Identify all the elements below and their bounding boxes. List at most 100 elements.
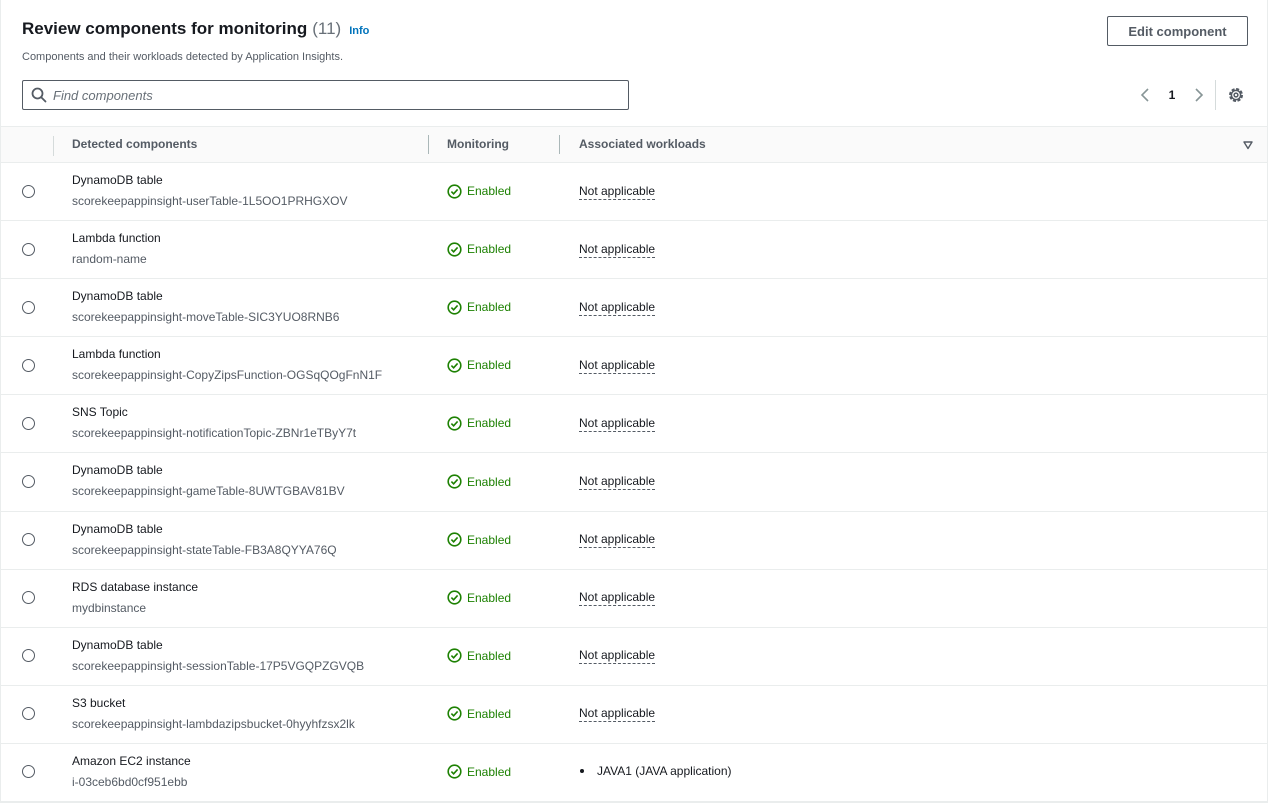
monitoring-status: Enabled <box>447 474 511 489</box>
column-header-monitoring[interactable]: Monitoring <box>447 127 509 163</box>
component-name: scorekeepappinsight-CopyZipsFunction-OGS… <box>72 368 383 383</box>
next-page-button[interactable] <box>1189 84 1209 106</box>
table-row[interactable]: Amazon EC2 instance i-03ceb6bd0cf951ebb … <box>1 744 1267 803</box>
component-type: DynamoDB table <box>72 173 163 187</box>
monitoring-status-text: Enabled <box>467 764 512 779</box>
workload-link[interactable]: Not applicable <box>579 706 656 723</box>
monitoring-status-text: Enabled <box>467 300 512 315</box>
row-radio-button[interactable] <box>22 649 35 663</box>
monitoring-status-text: Enabled <box>467 184 512 199</box>
row-radio-button[interactable] <box>22 591 35 605</box>
search-input[interactable] <box>53 87 613 103</box>
workload-link[interactable]: Not applicable <box>579 358 656 374</box>
check-circle-icon <box>447 706 462 721</box>
table-row[interactable]: S3 bucket scorekeepappinsight-lambdazips… <box>1 686 1267 744</box>
pager-divider <box>1215 80 1216 110</box>
chevron-right-icon <box>1195 88 1204 102</box>
column-resizer[interactable] <box>559 135 560 154</box>
component-type: DynamoDB table <box>72 289 163 304</box>
component-name: scorekeepappinsight-notificationTopic-ZB… <box>72 426 357 441</box>
component-type: RDS database instance <box>72 579 199 594</box>
row-radio-button[interactable] <box>22 358 35 372</box>
row-radio-button[interactable] <box>22 533 35 547</box>
check-circle-icon <box>447 532 462 547</box>
table-row[interactable]: DynamoDB table scorekeepappinsight-sessi… <box>1 628 1267 686</box>
edit-component-button[interactable]: Edit component <box>1107 16 1248 46</box>
monitoring-status-text: Enabled <box>467 532 512 547</box>
workload-link[interactable]: Not applicable <box>579 300 656 316</box>
component-type: Amazon EC2 instance <box>72 753 191 768</box>
row-radio-button[interactable] <box>22 765 35 779</box>
monitoring-status: Enabled <box>447 416 511 431</box>
column-header-associated-workloads[interactable]: Associated workloads <box>579 127 706 163</box>
table-row[interactable]: SNS Topic scorekeepappinsight-notificati… <box>1 395 1267 454</box>
table-row[interactable]: Lambda function random-name Enabled Not … <box>1 221 1267 280</box>
search-box[interactable] <box>22 80 629 110</box>
component-type: Lambda function <box>72 231 161 246</box>
table-row[interactable]: DynamoDB table scorekeepappinsight-userT… <box>1 163 1267 222</box>
monitoring-status: Enabled <box>447 764 512 780</box>
search-icon <box>31 87 47 103</box>
check-circle-icon <box>447 764 462 780</box>
panel-header: Review components for monitoring (11) In… <box>1 0 1267 126</box>
row-radio-button[interactable] <box>22 475 35 489</box>
table-row[interactable]: DynamoDB table scorekeepappinsight-gameT… <box>1 453 1267 512</box>
check-circle-icon <box>447 300 462 315</box>
row-radio-button[interactable] <box>22 242 35 256</box>
check-circle-icon <box>447 358 462 373</box>
table-row[interactable]: DynamoDB table scorekeepappinsight-moveT… <box>1 279 1267 338</box>
component-type: DynamoDB table <box>72 463 163 478</box>
monitoring-status-text: Enabled <box>467 590 512 605</box>
component-name: scorekeepappinsight-moveTable-SIC3YUO8RN… <box>72 310 340 325</box>
table-body: DynamoDB table scorekeepappinsight-userT… <box>1 163 1267 803</box>
row-radio-button[interactable] <box>22 416 35 430</box>
preferences-button[interactable] <box>1227 86 1245 104</box>
monitoring-status: Enabled <box>447 183 512 199</box>
check-circle-icon <box>447 242 462 257</box>
monitoring-status: Enabled <box>447 590 511 605</box>
table-row[interactable]: Lambda function scorekeepappinsight-Copy… <box>1 337 1267 396</box>
workload-item: JAVA1 (JAVA application) <box>597 764 732 779</box>
workload-link[interactable]: Not applicable <box>579 590 656 607</box>
monitoring-status: Enabled <box>447 300 511 315</box>
monitoring-status: Enabled <box>447 532 511 547</box>
panel-subtitle: Components and their workloads detected … <box>22 51 344 63</box>
monitoring-status-text: Enabled <box>467 416 512 431</box>
column-divider <box>53 136 54 156</box>
component-type: DynamoDB table <box>72 521 163 536</box>
current-page-number[interactable]: 1 <box>1155 88 1189 102</box>
workload-list: JAVA1 (JAVA application) <box>579 764 732 778</box>
gear-icon <box>1229 88 1243 102</box>
component-name: random-name <box>72 252 147 267</box>
chevron-left-icon <box>1140 88 1149 102</box>
component-name: mydbinstance <box>72 600 147 615</box>
pagination: 1 <box>1135 84 1209 106</box>
column-resizer[interactable] <box>428 135 429 154</box>
row-radio-button[interactable] <box>22 707 35 721</box>
check-circle-icon <box>447 590 462 605</box>
workload-link[interactable]: Not applicable <box>579 474 656 491</box>
check-circle-icon <box>447 648 462 663</box>
row-radio-button[interactable] <box>22 184 35 198</box>
workload-link[interactable]: Not applicable <box>579 648 656 665</box>
table-row[interactable]: DynamoDB table scorekeepappinsight-state… <box>1 512 1267 570</box>
table-row[interactable]: RDS database instance mydbinstance Enabl… <box>1 570 1267 628</box>
table-header: Detected components Monitoring Associate… <box>1 126 1267 163</box>
component-name: i-03ceb6bd0cf951ebb <box>72 774 188 789</box>
check-circle-icon <box>447 416 462 431</box>
title-row: Review components for monitoring (11) In… <box>22 19 369 39</box>
column-header-detected-components[interactable]: Detected components <box>72 127 197 163</box>
caret-down-icon[interactable] <box>1243 140 1253 150</box>
workload-link[interactable]: Not applicable <box>579 532 656 549</box>
component-name: scorekeepappinsight-gameTable-8UWTGBAV81… <box>72 484 345 499</box>
monitoring-status: Enabled <box>447 358 511 373</box>
workload-link[interactable]: Not applicable <box>579 242 656 258</box>
info-link[interactable]: Info <box>349 25 369 37</box>
workload-link[interactable]: Not applicable <box>579 184 656 200</box>
previous-page-button[interactable] <box>1135 84 1155 106</box>
monitoring-status: Enabled <box>447 242 511 257</box>
component-name: scorekeepappinsight-stateTable-FB3A8QYYA… <box>72 542 337 557</box>
workload-link[interactable]: Not applicable <box>579 416 656 432</box>
row-radio-button[interactable] <box>22 300 35 314</box>
check-circle-icon <box>447 183 462 199</box>
